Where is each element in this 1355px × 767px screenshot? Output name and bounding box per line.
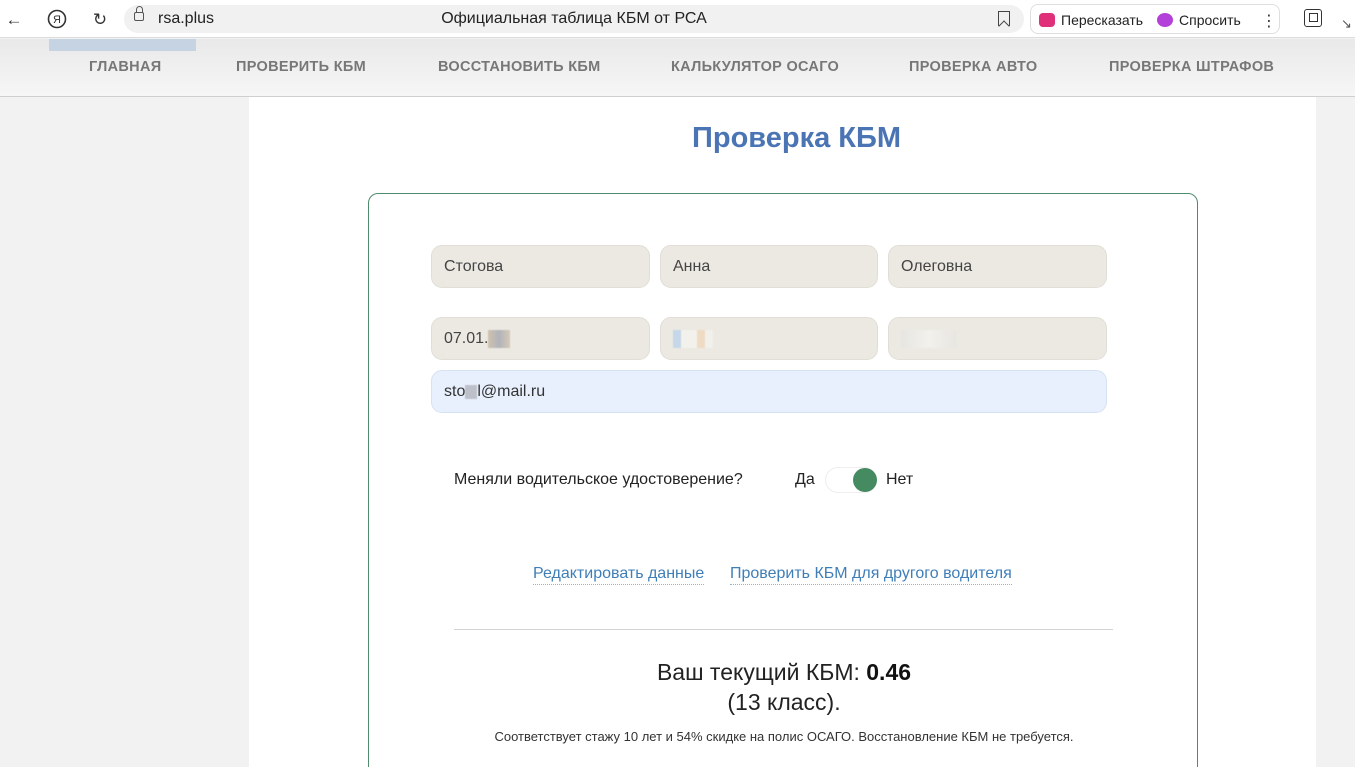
nav-item-home[interactable]: ГЛАВНАЯ (89, 59, 161, 75)
browser-toolbar: ← Я ↻ rsa.plus Официальная таблица КБМ о… (0, 0, 1355, 38)
nav-accent-bar (49, 39, 196, 51)
first-name-field[interactable]: Анна (660, 245, 878, 288)
nav-item-car-check[interactable]: ПРОВЕРКА АВТО (909, 59, 1037, 75)
email-suffix: l@mail.ru (477, 383, 546, 400)
check-other-driver-link[interactable]: Проверить КБМ для другого водителя (730, 565, 1012, 585)
kbm-result: Ваш текущий КБМ: 0.46 (369, 659, 1199, 686)
kbm-form-card: Стогова Анна Олеговна 07.01. sto l@mail.r… (368, 193, 1198, 767)
ask-button[interactable]: Спросить (1157, 10, 1241, 30)
more-menu-icon[interactable]: ⋮ (1261, 11, 1277, 31)
toggle-knob (853, 468, 877, 492)
divider (454, 629, 1113, 630)
page-title: Официальная таблица КБМ от РСА (441, 10, 707, 27)
redacted-value (901, 330, 956, 348)
kbm-value: 0.46 (866, 659, 912, 685)
page-heading: Проверка КБМ (692, 122, 901, 154)
main-content: Проверка КБМ Стогова Анна Олеговна 07.01… (249, 97, 1316, 767)
middle-name-field[interactable]: Олеговна (888, 245, 1107, 288)
yes-label: Да (795, 471, 815, 488)
tabs-icon[interactable] (1304, 9, 1322, 27)
nav-item-osago-calculator[interactable]: КАЛЬКУЛЯТОР ОСАГО (671, 59, 839, 75)
no-label: Нет (886, 471, 914, 488)
nav-item-restore-kbm[interactable]: ВОССТАНОВИТЬ КБМ (438, 59, 601, 75)
window-resize-icon[interactable]: ↘ (1341, 16, 1352, 32)
yandex-logo-icon[interactable]: Я (45, 7, 69, 31)
redacted-value (465, 384, 478, 399)
bookmark-icon[interactable] (998, 11, 1010, 26)
license-change-toggle[interactable] (825, 467, 877, 493)
birth-date-text: 07.01. (444, 330, 489, 348)
kbm-class: (13 класс). (727, 689, 841, 715)
ask-label: Спросить (1179, 12, 1241, 28)
summarize-icon (1039, 13, 1055, 27)
summarize-label: Пересказать (1061, 12, 1144, 28)
ask-icon (1157, 13, 1173, 27)
redacted-value (673, 330, 713, 348)
email-prefix: sto (444, 383, 466, 400)
license-series-field[interactable] (660, 317, 878, 360)
reload-icon[interactable]: ↻ (88, 7, 112, 31)
svg-text:Я: Я (53, 14, 61, 26)
site-nav: ГЛАВНАЯ ПРОВЕРИТЬ КБМ ВОССТАНОВИТЬ КБМ К… (0, 39, 1355, 97)
summarize-button[interactable]: Пересказать (1039, 10, 1143, 30)
back-arrow-icon[interactable]: ← (2, 7, 26, 31)
license-number-field[interactable] (888, 317, 1107, 360)
birth-date-field[interactable]: 07.01. (431, 317, 650, 360)
nav-item-check-kbm[interactable]: ПРОВЕРИТЬ КБМ (236, 59, 366, 75)
kbm-result-prefix: Ваш текущий КБМ: (656, 659, 867, 685)
email-field[interactable]: sto l@mail.ru (431, 370, 1107, 413)
nav-item-fines-check[interactable]: ПРОВЕРКА ШТРАФОВ (1109, 59, 1274, 75)
address-bar[interactable]: rsa.plus Официальная таблица КБМ от РСА (124, 5, 1024, 33)
redacted-value (488, 330, 511, 348)
edit-data-link[interactable]: Редактировать данные (533, 565, 705, 585)
ai-actions: Пересказать Спросить ⋮ (1030, 4, 1280, 34)
license-change-question: Меняли водительское удостоверение? (454, 471, 743, 488)
kbm-note: Соответствует стажу 10 лет и 54% скидке … (494, 729, 1074, 744)
last-name-field[interactable]: Стогова (431, 245, 650, 288)
